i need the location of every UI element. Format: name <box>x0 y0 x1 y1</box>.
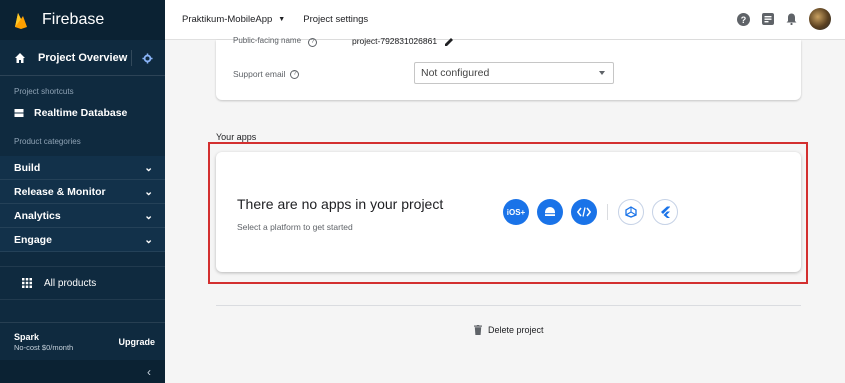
project-settings-card: Public-facing name ? project-79283102686… <box>216 36 801 100</box>
public-name-label-text: Public-facing name <box>233 36 302 45</box>
database-icon <box>14 109 24 117</box>
main-content: Public-facing name ? project-79283102686… <box>165 36 845 383</box>
brand-header[interactable]: Firebase <box>0 0 165 40</box>
delete-project-label: Delete project <box>488 325 544 335</box>
no-apps-subtitle: Select a platform to get started <box>237 222 353 232</box>
plan-name: Spark <box>14 331 40 342</box>
divider <box>216 305 801 306</box>
android-icon <box>545 207 555 216</box>
sidebar-item-label: Realtime Database <box>34 107 128 119</box>
sidebar-item-realtime-database[interactable]: Realtime Database <box>0 100 165 126</box>
top-icons: ? <box>725 8 831 30</box>
add-unity-app-button[interactable] <box>618 199 644 225</box>
help-circle-icon[interactable]: ? <box>290 69 300 79</box>
apps-card: There are no apps in your project Select… <box>216 152 801 272</box>
help-circle-icon[interactable]: ? <box>308 38 318 47</box>
category-label: Release & Monitor <box>14 185 106 198</box>
project-overview-label: Project Overview <box>38 51 128 64</box>
release-notes-icon[interactable] <box>762 13 774 25</box>
no-apps-title: There are no apps in your project <box>237 196 444 212</box>
brand-name: Firebase <box>42 11 105 28</box>
category-label: Analytics <box>14 209 61 222</box>
svg-text:?: ? <box>741 14 747 24</box>
chevron-down-icon: ⌄ <box>144 161 153 174</box>
project-overview-item[interactable]: Project Overview <box>0 40 165 76</box>
category-engage[interactable]: Engage ⌄ <box>0 228 165 252</box>
all-products-item[interactable]: All products <box>0 266 165 300</box>
divider <box>607 204 608 220</box>
top-bar: Praktikum-MobileApp ▼ Project settings ? <box>165 0 845 40</box>
shortcuts-label: Project shortcuts <box>14 87 74 96</box>
add-flutter-app-button[interactable] <box>652 199 678 225</box>
firebase-logo-icon <box>15 13 27 29</box>
breadcrumb-project-settings[interactable]: Project settings <box>303 14 368 25</box>
settings-gear-icon[interactable] <box>131 50 157 66</box>
add-ios-app-button[interactable]: iOS+ <box>503 199 529 225</box>
plan-panel: Spark No-cost $0/month Upgrade <box>0 322 165 360</box>
upgrade-button[interactable]: Upgrade <box>118 337 155 347</box>
support-email-label: Support email ? <box>233 69 300 79</box>
apple-ios-icon: iOS+ <box>506 207 526 217</box>
caret-down-icon: ▼ <box>278 16 286 23</box>
edit-pencil-icon[interactable] <box>444 37 454 47</box>
plan-price: No-cost $0/month <box>14 342 74 352</box>
home-icon <box>15 52 25 63</box>
public-name-value: project-792831026861 <box>352 36 454 47</box>
flutter-icon <box>661 206 670 218</box>
chevron-left-icon: ‹ <box>147 364 151 379</box>
delete-project-button[interactable]: Delete project <box>474 325 544 335</box>
category-label: Engage <box>14 233 52 246</box>
category-list: Build ⌄ Release & Monitor ⌄ Analytics ⌄ … <box>0 156 165 252</box>
categories-label: Product categories <box>14 137 81 146</box>
trash-icon <box>474 325 482 335</box>
category-build[interactable]: Build ⌄ <box>0 156 165 180</box>
collapse-sidebar-button[interactable]: ‹ <box>0 360 165 383</box>
platform-buttons: iOS+ <box>503 199 686 225</box>
web-code-icon <box>577 207 591 217</box>
user-avatar[interactable] <box>809 8 831 30</box>
category-release-monitor[interactable]: Release & Monitor ⌄ <box>0 180 165 204</box>
plan-info: Spark No-cost $0/month <box>14 332 73 352</box>
project-selector[interactable]: Praktikum-MobileApp ▼ <box>182 14 285 25</box>
support-email-select[interactable]: Not configured <box>414 62 614 84</box>
project-name: Praktikum-MobileApp <box>182 14 273 25</box>
notifications-bell-icon[interactable] <box>786 13 797 25</box>
grid-icon <box>22 278 32 288</box>
support-email-label-text: Support email <box>233 69 286 79</box>
category-analytics[interactable]: Analytics ⌄ <box>0 204 165 228</box>
category-label: Build <box>14 161 41 174</box>
your-apps-heading: Your apps <box>216 132 257 142</box>
unity-icon <box>625 206 637 218</box>
sidebar: Firebase Project Overview Project shortc… <box>0 0 165 383</box>
chevron-down-icon: ⌄ <box>144 185 153 198</box>
support-email-value: Not configured <box>421 67 490 79</box>
public-name-label: Public-facing name ? <box>233 36 318 47</box>
dropdown-arrow-icon <box>599 71 605 75</box>
help-icon[interactable]: ? <box>737 12 750 26</box>
add-android-app-button[interactable] <box>537 199 563 225</box>
public-name-text: project-792831026861 <box>352 36 438 46</box>
all-products-label: All products <box>44 277 97 289</box>
add-web-app-button[interactable] <box>571 199 597 225</box>
chevron-down-icon: ⌄ <box>144 233 153 246</box>
chevron-down-icon: ⌄ <box>144 209 153 222</box>
